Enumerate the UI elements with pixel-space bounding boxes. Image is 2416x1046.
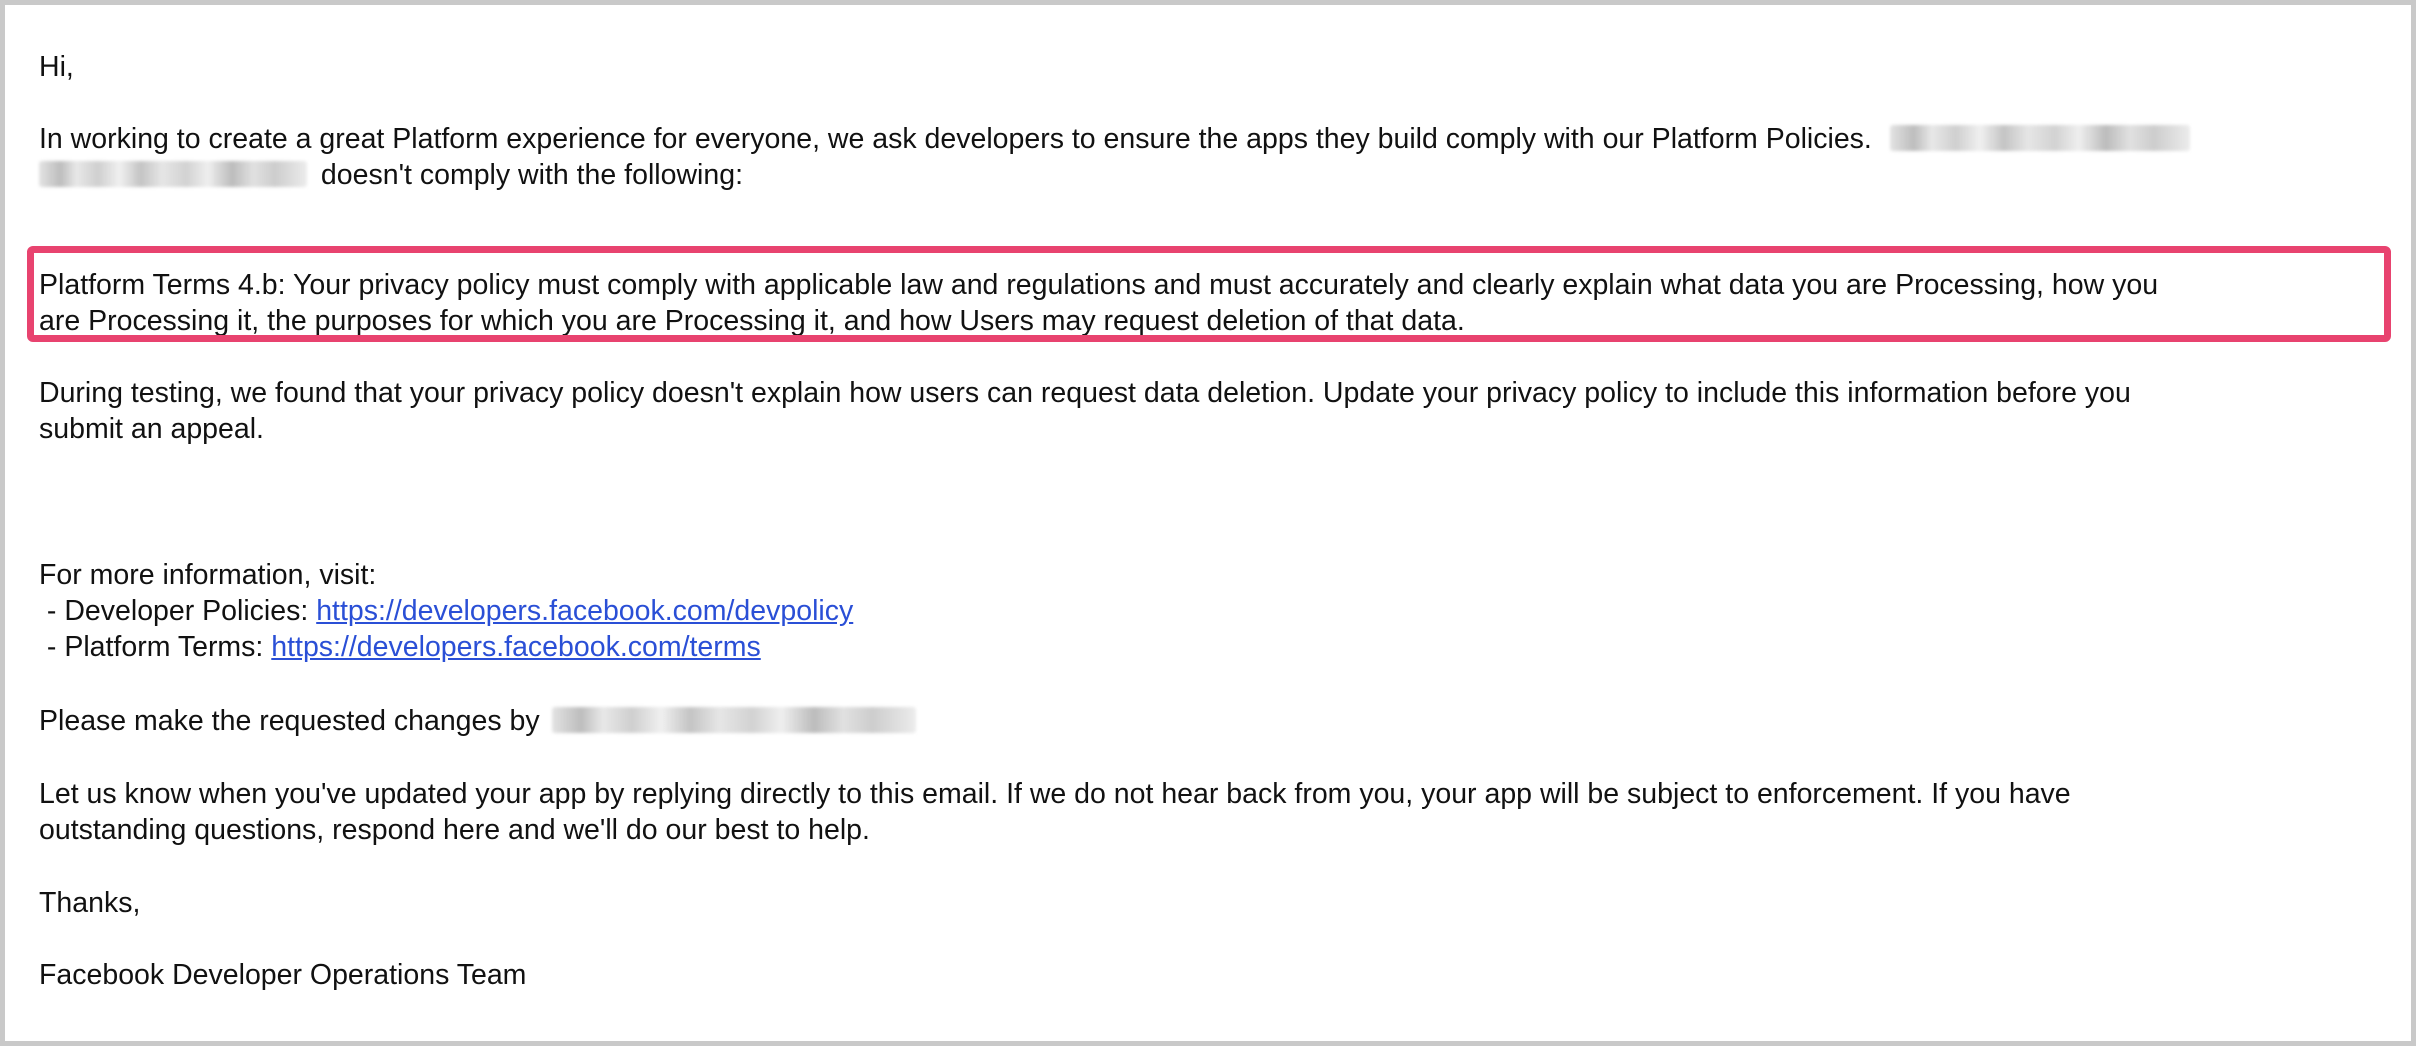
intro-line-1: In working to create a great Platform ex…	[39, 121, 2190, 157]
platform-terms-label: - Platform Terms:	[39, 631, 272, 663]
let-us-know-line-2: outstanding questions, respond here and …	[39, 814, 870, 846]
greeting: Hi,	[39, 51, 74, 83]
dev-policies-item: - Developer Policies: https://developers…	[39, 593, 853, 629]
intro-line-2: doesn't comply with the following:	[39, 157, 743, 193]
intro-text-continued: doesn't comply with the following:	[320, 159, 743, 191]
changes-by-line: Please make the requested changes by	[39, 703, 916, 739]
dev-policies-link[interactable]: https://developers.facebook.com/devpolic…	[316, 595, 853, 627]
let-us-know-line-1: Let us know when you've updated your app…	[39, 778, 2071, 810]
dev-policies-label: - Developer Policies:	[39, 595, 317, 627]
info-heading: For more information, visit:	[39, 559, 377, 591]
changes-by-text: Please make the requested changes by	[39, 705, 540, 737]
platform-terms-item: - Platform Terms: https://developers.fac…	[39, 629, 761, 665]
intro-text: In working to create a great Platform ex…	[39, 123, 1872, 155]
redacted-app-name	[1889, 125, 2190, 152]
testing-line-1: During testing, we found that your priva…	[39, 377, 2131, 409]
email-frame: Hi, In working to create a great Platfor…	[0, 0, 2416, 1046]
policy-highlight-box	[27, 246, 2391, 342]
redacted-deadline	[551, 707, 916, 734]
thanks: Thanks,	[39, 887, 141, 919]
redacted-app-id	[39, 161, 307, 188]
signature: Facebook Developer Operations Team	[39, 959, 527, 991]
platform-terms-link[interactable]: https://developers.facebook.com/terms	[271, 631, 760, 663]
testing-line-2: submit an appeal.	[39, 413, 264, 445]
